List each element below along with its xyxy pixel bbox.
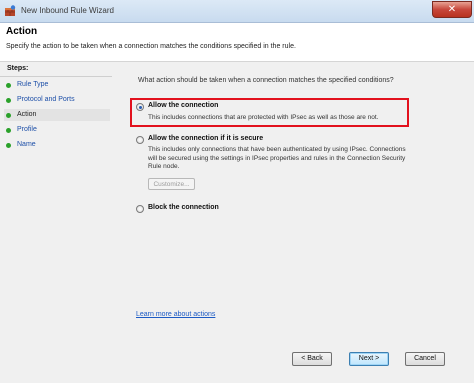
step-label: Rule Type [17, 81, 49, 88]
wizard-window: New Inbound Rule Wizard ✕ Action Specify… [0, 0, 474, 383]
window-title: New Inbound Rule Wizard [21, 6, 114, 15]
step-label: Action [17, 111, 37, 118]
steps-pane: Steps: Rule Type Protocol and Ports Acti… [0, 62, 118, 383]
steps-divider [0, 76, 112, 77]
step-profile[interactable]: Profile [4, 124, 110, 136]
step-current-icon [6, 113, 11, 118]
close-icon: ✕ [447, 4, 457, 15]
back-button[interactable]: < Back [292, 352, 332, 366]
step-protocol-ports[interactable]: Protocol and Ports [4, 94, 110, 106]
steps-heading: Steps: [7, 65, 29, 72]
step-complete-icon [6, 98, 11, 103]
allow-if-secure-description: This includes only connections that have… [148, 146, 406, 170]
close-button[interactable]: ✕ [432, 1, 472, 18]
cancel-button[interactable]: Cancel [405, 352, 445, 366]
step-complete-icon [6, 83, 11, 88]
action-panel: What action should be taken when a conne… [120, 62, 474, 383]
action-question: What action should be taken when a conne… [138, 77, 394, 84]
allow-connection-label[interactable]: Allow the connection [148, 102, 218, 109]
allow-if-secure-label[interactable]: Allow the connection if it is secure [148, 135, 263, 142]
block-connection-label[interactable]: Block the connection [148, 204, 219, 211]
step-label: Profile [17, 126, 37, 133]
title-bar[interactable]: New Inbound Rule Wizard ✕ [0, 0, 474, 23]
block-connection-radio[interactable] [136, 205, 144, 213]
step-pending-icon [6, 143, 11, 148]
customize-button[interactable]: Customize... [148, 178, 195, 190]
step-label: Name [17, 141, 36, 148]
allow-if-secure-radio[interactable] [136, 136, 144, 144]
step-pending-icon [6, 128, 11, 133]
firewall-app-icon [5, 5, 16, 16]
next-button[interactable]: Next > [349, 352, 389, 366]
page-header: Action Specify the action to be taken wh… [0, 23, 474, 62]
allow-connection-description: This includes connections that are prote… [148, 114, 379, 121]
step-name[interactable]: Name [4, 139, 110, 151]
step-action[interactable]: Action [4, 109, 110, 121]
allow-connection-radio[interactable] [136, 103, 144, 111]
page-subtitle: Specify the action to be taken when a co… [6, 43, 296, 50]
learn-more-link[interactable]: Learn more about actions [136, 311, 215, 318]
step-rule-type[interactable]: Rule Type [4, 79, 110, 91]
step-label: Protocol and Ports [17, 96, 75, 103]
page-title: Action [6, 26, 38, 37]
